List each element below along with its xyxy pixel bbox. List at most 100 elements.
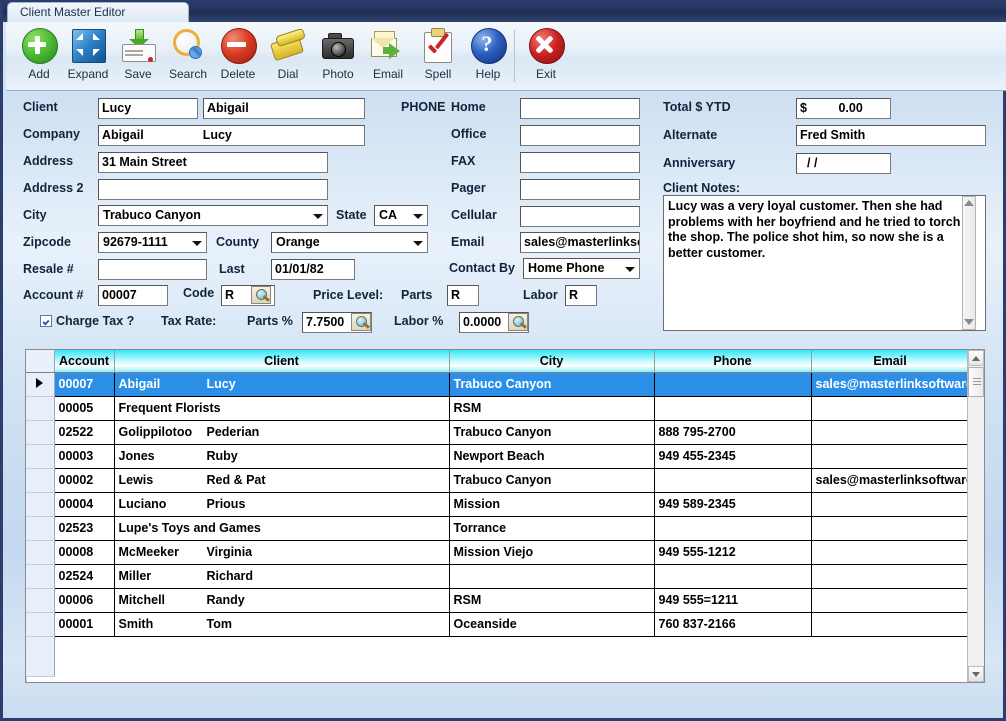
client-first-name: Virginia — [207, 545, 253, 559]
grid-col-city[interactable]: City — [449, 350, 654, 372]
table-row[interactable]: 00007AbigailLucyTrabuco Canyonsales@mast… — [26, 372, 967, 396]
grid-scroll-down-button[interactable] — [968, 666, 984, 682]
row-selector[interactable] — [26, 564, 54, 588]
row-selector[interactable] — [26, 492, 54, 516]
price-level-label: Price Level: — [313, 288, 383, 302]
zipcode-label: Zipcode — [23, 235, 71, 249]
cell-account: 00008 — [54, 540, 114, 564]
cellular-input[interactable] — [520, 206, 640, 227]
toolbar-button-add[interactable]: Add — [14, 24, 64, 88]
state-combo[interactable]: CA — [374, 205, 428, 226]
contact-by-combo[interactable]: Home Phone — [523, 258, 640, 279]
toolbar-separator — [514, 30, 515, 82]
total-ytd-input[interactable]: $ 0.00 — [796, 98, 891, 119]
table-row[interactable]: 00006MitchellRandyRSM949 555=1211 — [26, 588, 967, 612]
cell-phone — [654, 468, 811, 492]
grid-scroll-thumb[interactable] — [968, 367, 984, 397]
row-selector[interactable] — [26, 468, 54, 492]
application-window: Client Master Editor Add Expand — [0, 0, 1006, 721]
email-input[interactable]: sales@masterlinksol — [520, 232, 640, 253]
client-last-name: Frequent Florists — [119, 401, 207, 415]
row-selector[interactable] — [26, 588, 54, 612]
client-first-input[interactable]: Lucy — [98, 98, 198, 119]
anniversary-input[interactable]: / / — [796, 153, 891, 174]
pager-input[interactable] — [520, 179, 640, 200]
toolbar-label: Email — [363, 67, 413, 81]
scroll-down-icon[interactable] — [963, 316, 975, 329]
toolbar-button-exit[interactable]: Exit — [521, 24, 571, 88]
toolbar-button-search[interactable]: Search — [163, 24, 213, 88]
labor-pct-lookup-button[interactable] — [508, 313, 528, 331]
table-row[interactable]: 00008McMeekerVirginiaMission Viejo949 55… — [26, 540, 967, 564]
grid-col-client[interactable]: Client — [114, 350, 449, 372]
parts-pct-lookup-button[interactable] — [351, 313, 371, 331]
toolbar-button-dial[interactable]: Dial — [263, 24, 313, 88]
toolbar-button-save[interactable]: Save — [113, 24, 163, 88]
company-input[interactable]: Abigail Lucy — [98, 125, 365, 146]
row-selector[interactable] — [26, 396, 54, 420]
last-date-input[interactable]: 01/01/82 — [271, 259, 355, 280]
cell-account: 02523 — [54, 516, 114, 540]
toolbar-label: Search — [163, 67, 213, 81]
cell-client: Lupe's Toys and Games — [114, 516, 449, 540]
client-list-grid[interactable]: Account Client City Phone Email 00007Abi… — [25, 349, 985, 683]
code-lookup-button[interactable] — [251, 286, 271, 304]
client-last-input[interactable]: Abigail — [203, 98, 365, 119]
address2-input[interactable] — [98, 179, 328, 200]
row-selector[interactable] — [26, 444, 54, 468]
grid-scroll-up-button[interactable] — [968, 350, 984, 366]
parts-level-input[interactable]: R — [447, 285, 479, 306]
grid-col-account[interactable]: Account — [54, 350, 114, 372]
account-input[interactable]: 00007 — [98, 285, 168, 306]
grid-col-phone[interactable]: Phone — [654, 350, 811, 372]
table-row[interactable]: 00002LewisRed & PatTrabuco Canyonsales@m… — [26, 468, 967, 492]
table-row[interactable]: 02524MillerRichard — [26, 564, 967, 588]
city-combo[interactable]: Trabuco Canyon — [98, 205, 328, 226]
labor-level-input[interactable]: R — [565, 285, 597, 306]
address-input[interactable]: 31 Main Street — [98, 152, 328, 173]
toolbar-button-delete[interactable]: Delete — [213, 24, 263, 88]
table-row[interactable]: 00003JonesRubyNewport Beach949 455-2345 — [26, 444, 967, 468]
row-selector[interactable] — [26, 516, 54, 540]
grid-vertical-scrollbar[interactable] — [967, 350, 984, 682]
row-selector[interactable] — [26, 612, 54, 636]
table-row[interactable]: 00001SmithTomOceanside760 837-2166 — [26, 612, 967, 636]
scroll-up-icon[interactable] — [963, 197, 975, 210]
charge-tax-checkbox[interactable] — [40, 315, 52, 327]
toolbar-button-spell[interactable]: Spell — [413, 24, 463, 88]
toolbar-button-help[interactable]: ? Help — [463, 24, 513, 88]
cell-city: Trabuco Canyon — [449, 468, 654, 492]
cell-city: Torrance — [449, 516, 654, 540]
row-selector — [26, 636, 54, 676]
delete-minus-icon — [219, 27, 257, 65]
client-notes-textarea[interactable]: Lucy was a very loyal customer. Then she… — [663, 195, 986, 331]
chevron-down-icon — [625, 267, 635, 272]
row-selector[interactable] — [26, 420, 54, 444]
table-row[interactable]: 00004LucianoPriousMission949 589-2345 — [26, 492, 967, 516]
alternate-label: Alternate — [663, 128, 717, 142]
office-phone-input[interactable] — [520, 125, 640, 146]
row-selector[interactable] — [26, 540, 54, 564]
resale-input[interactable] — [98, 259, 207, 280]
table-row[interactable]: 00005Frequent FloristsRSM — [26, 396, 967, 420]
table-row[interactable]: 02523Lupe's Toys and GamesTorrance — [26, 516, 967, 540]
cell-phone: 760 837-2166 — [654, 612, 811, 636]
home-phone-input[interactable] — [520, 98, 640, 119]
county-combo[interactable]: Orange — [271, 232, 428, 253]
cell-city: Trabuco Canyon — [449, 372, 654, 396]
cell-client: AbigailLucy — [114, 372, 449, 396]
cell-phone: 949 555-1212 — [654, 540, 811, 564]
client-last-name: Golippilotoo — [119, 425, 207, 439]
row-selector[interactable] — [26, 372, 54, 396]
grid-col-email[interactable]: Email — [811, 350, 967, 372]
zipcode-combo[interactable]: 92679-1111 — [98, 232, 207, 253]
window-title: Client Master Editor — [7, 2, 189, 22]
alternate-input[interactable]: Fred Smith — [796, 125, 986, 146]
toolbar-button-photo[interactable]: Photo — [313, 24, 363, 88]
toolbar-button-expand[interactable]: Expand — [63, 24, 113, 88]
toolbar-button-email[interactable]: Email — [363, 24, 413, 88]
table-row[interactable]: 02522GolippilotooPederianTrabuco Canyon8… — [26, 420, 967, 444]
title-bar: Client Master Editor — [3, 0, 1006, 22]
client-notes-scrollbar[interactable] — [962, 196, 976, 330]
fax-input[interactable] — [520, 152, 640, 173]
